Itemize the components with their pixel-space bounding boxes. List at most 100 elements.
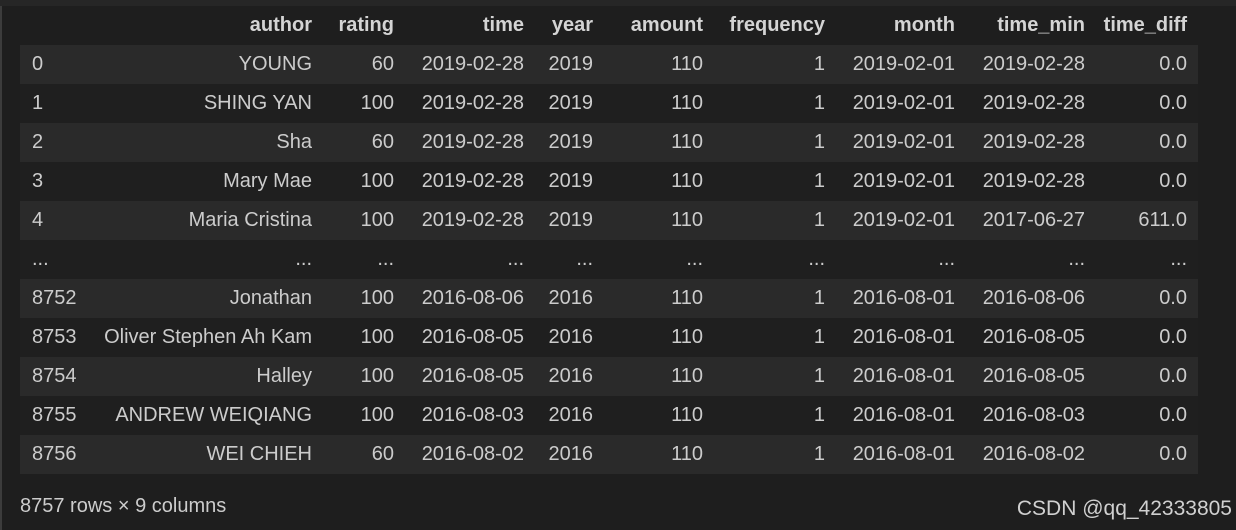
cell-author: WEI CHIEH (88, 435, 323, 474)
table-row: 1 SHING YAN 100 2019-02-28 2019 110 1 2019-02-0… (20, 84, 1198, 123)
cell-frequency: 1 (714, 45, 836, 84)
index-header (20, 6, 88, 45)
cell-frequency: 1 (714, 201, 836, 240)
cell-month: 2016-08-01 (836, 318, 966, 357)
watermark-text: CSDN @qq_42333805 (1016, 497, 1232, 520)
cell-frequency: 1 (714, 318, 836, 357)
cell-year: 2019 (535, 123, 604, 162)
table-row: 4 Maria Cristina 100 2019-02-28 2019 110 1 2019… (20, 201, 1198, 240)
cell-author: Jonathan (88, 279, 323, 318)
cell-frequency: 1 (714, 84, 836, 123)
cell-author: Oliver Stephen Ah Kam (88, 318, 323, 357)
cell-time-min: 2016-08-02 (966, 435, 1096, 474)
cell-rating: 60 (323, 45, 405, 84)
column-header-time-diff: time_diff (1096, 6, 1198, 45)
cell-author: ... (88, 240, 323, 279)
cell-author: Maria Cristina (88, 201, 323, 240)
cell-month: 2016-08-01 (836, 357, 966, 396)
cell-rating: 60 (323, 123, 405, 162)
cell-time-min: 2019-02-28 (966, 123, 1096, 162)
cell-amount: 110 (604, 201, 714, 240)
cell-time-min: 2016-08-05 (966, 318, 1096, 357)
cell-amount: 110 (604, 162, 714, 201)
row-index: 4 (20, 201, 88, 240)
cell-rating: 100 (323, 357, 405, 396)
cell-amount: 110 (604, 279, 714, 318)
cell-rating: 60 (323, 435, 405, 474)
table-row: 0 YOUNG 60 2019-02-28 2019 110 1 2019-02-01 2019… (20, 45, 1198, 84)
cell-amount: ... (604, 240, 714, 279)
dataframe-shape-info: 8757 rows × 9 columns (20, 495, 227, 517)
table-row: 2 Sha 60 2019-02-28 2019 110 1 2019-02-01 2019-0… (20, 123, 1198, 162)
dataframe-output: author rating time year amount frequency month… (20, 6, 1198, 474)
cell-author: SHING YAN (88, 84, 323, 123)
cell-year: 2016 (535, 396, 604, 435)
column-header-time-min: time_min (966, 6, 1096, 45)
cell-rating: 100 (323, 84, 405, 123)
cell-year: 2016 (535, 357, 604, 396)
cell-time-diff: 0.0 (1096, 162, 1198, 201)
cell-time-min: 2017-06-27 (966, 201, 1096, 240)
cell-amount: 110 (604, 45, 714, 84)
cell-frequency: 1 (714, 123, 836, 162)
table-row: 8752 Jonathan 100 2016-08-06 2016 110 1 2016-08… (20, 279, 1198, 318)
cell-author: Halley (88, 357, 323, 396)
cell-author: ANDREW WEIQIANG (88, 396, 323, 435)
cell-author: Sha (88, 123, 323, 162)
cell-author: Mary Mae (88, 162, 323, 201)
cell-rating: 100 (323, 201, 405, 240)
cell-time-min: 2016-08-03 (966, 396, 1096, 435)
table-row: 8756 WEI CHIEH 60 2016-08-02 2016 110 1 2016-08… (20, 435, 1198, 474)
cell-amount: 110 (604, 318, 714, 357)
cell-amount: 110 (604, 123, 714, 162)
cell-time: 2016-08-05 (405, 357, 535, 396)
cell-month: 2016-08-01 (836, 279, 966, 318)
row-index: 0 (20, 45, 88, 84)
row-index: 8754 (20, 357, 88, 396)
cell-year: 2016 (535, 318, 604, 357)
cell-time-min: 2019-02-28 (966, 162, 1096, 201)
cell-year: ... (535, 240, 604, 279)
column-header-time: time (405, 6, 535, 45)
cell-year: 2019 (535, 162, 604, 201)
cell-month: 2019-02-01 (836, 84, 966, 123)
cell-time: 2019-02-28 (405, 123, 535, 162)
cell-year: 2019 (535, 45, 604, 84)
cell-rating: 100 (323, 162, 405, 201)
table-row: 3 Mary Mae 100 2019-02-28 2019 110 1 2019-02-01… (20, 162, 1198, 201)
cell-time-min: 2016-08-06 (966, 279, 1096, 318)
column-header-month: month (836, 6, 966, 45)
cell-frequency: 1 (714, 435, 836, 474)
cell-month: 2019-02-01 (836, 162, 966, 201)
cell-time-diff: 0.0 (1096, 279, 1198, 318)
table-row: 8753 Oliver Stephen Ah Kam 100 2016-08-05 20… (20, 318, 1198, 357)
cell-year: 2019 (535, 201, 604, 240)
cell-frequency: ... (714, 240, 836, 279)
cell-time: 2019-02-28 (405, 84, 535, 123)
header-row: author rating time year amount frequency month… (20, 6, 1198, 45)
cell-year: 2016 (535, 279, 604, 318)
cell-rating: 100 (323, 318, 405, 357)
cell-amount: 110 (604, 396, 714, 435)
cell-time: 2016-08-06 (405, 279, 535, 318)
cell-time-min: 2019-02-28 (966, 45, 1096, 84)
cell-author: YOUNG (88, 45, 323, 84)
cell-time-diff: 0.0 (1096, 84, 1198, 123)
cell-time: 2019-02-28 (405, 45, 535, 84)
cell-time: 2019-02-28 (405, 162, 535, 201)
row-index: 8753 (20, 318, 88, 357)
cell-time-diff: 0.0 (1096, 396, 1198, 435)
cell-rating: 100 (323, 396, 405, 435)
cell-time-diff: 0.0 (1096, 318, 1198, 357)
cell-frequency: 1 (714, 162, 836, 201)
cell-time-min: 2019-02-28 (966, 84, 1096, 123)
cell-time: 2016-08-03 (405, 396, 535, 435)
cell-time-diff: 0.0 (1096, 123, 1198, 162)
cell-time-min: ... (966, 240, 1096, 279)
cell-year: 2016 (535, 435, 604, 474)
cell-amount: 110 (604, 357, 714, 396)
column-header-rating: rating (323, 6, 405, 45)
cell-time: 2019-02-28 (405, 201, 535, 240)
cell-frequency: 1 (714, 396, 836, 435)
table-row: 8755 ANDREW WEIQIANG 100 2016-08-03 2016 110 1… (20, 396, 1198, 435)
